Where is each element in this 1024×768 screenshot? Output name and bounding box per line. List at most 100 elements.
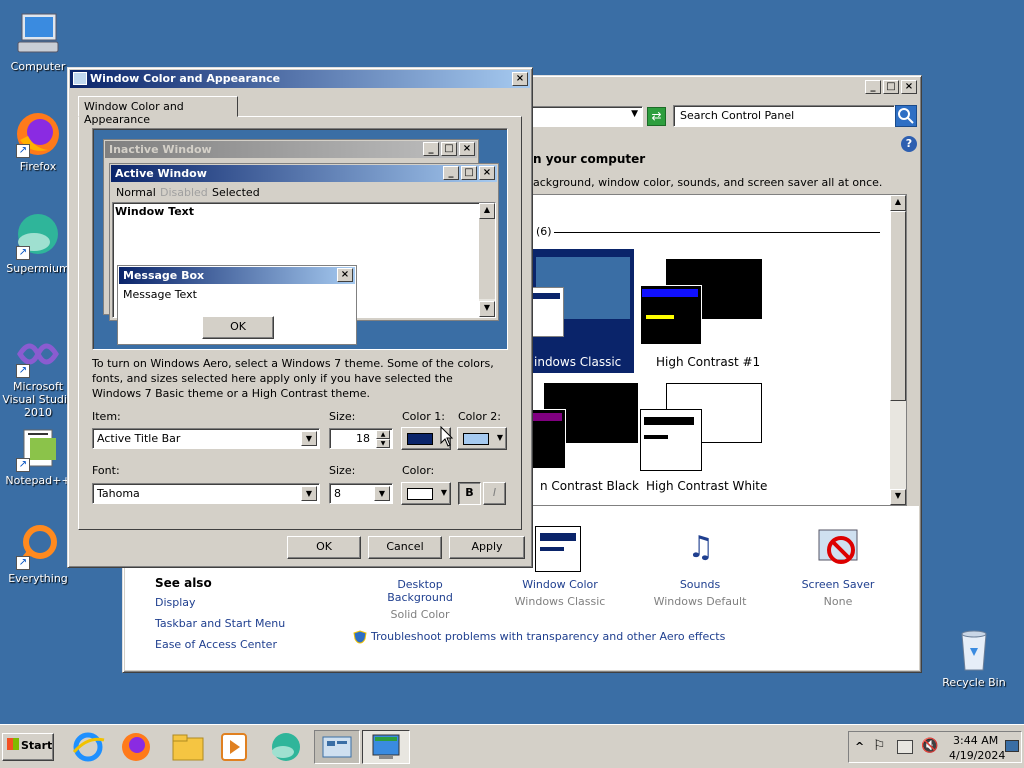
theme-list-scrollbar[interactable]: ▲ ▼ bbox=[890, 195, 906, 505]
setting-value: Windows Classic bbox=[514, 595, 606, 608]
desktop-icon-label: Microsoft Visual Studio 2010 bbox=[2, 380, 74, 419]
search-icon[interactable] bbox=[895, 105, 917, 127]
italic-toggle[interactable]: I bbox=[483, 482, 506, 505]
chevron-down-icon[interactable]: ▼ bbox=[374, 486, 390, 501]
refresh-icon[interactable]: ⇄ bbox=[647, 107, 666, 126]
desktop-icon-label: Computer bbox=[10, 60, 66, 73]
chevron-down-icon[interactable]: ▼ bbox=[301, 431, 317, 446]
scroll-thumb[interactable] bbox=[890, 211, 906, 401]
show-desktop-icon[interactable] bbox=[1005, 740, 1019, 752]
firefox-icon: ↗ bbox=[14, 110, 62, 158]
window-color-taskbar-icon[interactable] bbox=[362, 730, 410, 764]
item-label: Item: bbox=[92, 410, 121, 423]
see-also-display-link[interactable]: Display bbox=[155, 596, 196, 609]
troubleshoot-link[interactable]: Troubleshoot problems with transparency … bbox=[371, 630, 725, 643]
theme-high-contrast-white[interactable]: High Contrast White bbox=[636, 383, 786, 499]
supermium-icon[interactable] bbox=[268, 730, 304, 764]
dialog-close-button[interactable]: × bbox=[512, 72, 528, 86]
setting-label: Sounds bbox=[679, 578, 721, 591]
chevron-down-icon: ▼ bbox=[496, 433, 503, 442]
address-bar[interactable]: ▼ bbox=[531, 106, 643, 127]
control-panel-taskbar-icon[interactable] bbox=[314, 730, 360, 764]
desktop-icon-visual-studio[interactable]: ↗ Microsoft Visual Studio 2010 bbox=[0, 330, 76, 419]
action-center-flag-icon[interactable]: ⚐ bbox=[873, 738, 886, 754]
screen-saver-icon[interactable] bbox=[815, 526, 863, 572]
desktop-icon-computer[interactable]: Computer bbox=[0, 10, 76, 73]
desktop-icon-everything[interactable]: ↗ Everything bbox=[0, 522, 76, 585]
size-stepper[interactable]: 18 ▲ ▼ bbox=[329, 428, 393, 449]
preview-menu-disabled: Disabled bbox=[160, 186, 208, 199]
volume-muted-icon[interactable]: 🔇 bbox=[921, 738, 938, 754]
desktop-icon-firefox[interactable]: ↗ Firefox bbox=[0, 110, 76, 173]
network-icon[interactable] bbox=[897, 740, 913, 754]
supermium-icon: ↗ bbox=[14, 212, 62, 260]
shortcut-arrow-icon: ↗ bbox=[16, 246, 30, 260]
everything-search-icon: ↗ bbox=[14, 522, 62, 570]
setting-desktop-background[interactable]: Desktop Background Solid Color bbox=[365, 578, 475, 621]
desktop-icon-label: Supermium bbox=[6, 262, 70, 275]
ie-icon[interactable] bbox=[70, 730, 106, 764]
sounds-icon[interactable]: ♫ bbox=[677, 528, 725, 572]
see-also-taskbar-link[interactable]: Taskbar and Start Menu bbox=[155, 617, 285, 630]
media-player-icon[interactable] bbox=[216, 730, 252, 764]
desktop-icon-recycle-bin[interactable]: Recycle Bin bbox=[936, 626, 1012, 689]
theme-high-contrast-1[interactable]: High Contrast #1 bbox=[636, 255, 776, 373]
close-button[interactable]: × bbox=[901, 80, 917, 94]
dialog-title: Window Color and Appearance bbox=[90, 72, 281, 85]
setting-screen-saver[interactable]: Screen Saver None bbox=[783, 578, 893, 608]
font-color-label: Color: bbox=[402, 464, 435, 477]
file-explorer-icon[interactable] bbox=[170, 730, 206, 764]
app-icon bbox=[73, 72, 87, 85]
clock-time[interactable]: 3:44 AM bbox=[953, 734, 998, 747]
preview-menu-selected: Selected bbox=[212, 186, 260, 199]
theme-windows-classic[interactable]: indows Classic bbox=[532, 249, 634, 373]
font-color-picker[interactable]: ▼ bbox=[401, 482, 451, 505]
see-also-ease-of-access-link[interactable]: Ease of Access Center bbox=[155, 638, 277, 651]
visual-studio-icon: ↗ bbox=[14, 330, 62, 378]
font-label: Font: bbox=[92, 464, 120, 477]
help-icon[interactable]: ? bbox=[901, 136, 917, 152]
setting-label: Window Color bbox=[522, 578, 598, 591]
item-select[interactable]: Active Title Bar ▼ bbox=[92, 428, 320, 449]
size-down-button[interactable]: ▼ bbox=[376, 439, 390, 448]
desktop-icon-supermium[interactable]: ↗ Supermium bbox=[0, 212, 76, 275]
start-button[interactable]: Start bbox=[2, 733, 54, 761]
chevron-down-icon[interactable]: ▼ bbox=[631, 109, 638, 119]
theme-label: High Contrast White bbox=[646, 479, 768, 493]
window-color-icon[interactable] bbox=[535, 526, 581, 572]
setting-window-color[interactable]: Window Color Windows Classic bbox=[505, 578, 615, 608]
preview-inactive-title: Inactive Window bbox=[109, 143, 212, 156]
font-size-value: 8 bbox=[334, 487, 341, 500]
font-select[interactable]: Tahoma ▼ bbox=[92, 483, 320, 504]
scroll-up-button[interactable]: ▲ bbox=[890, 195, 906, 211]
search-input[interactable]: Search Control Panel bbox=[673, 105, 895, 127]
theme-high-contrast-black[interactable]: n Contrast Black bbox=[532, 383, 642, 499]
preview-active-title: Active Window bbox=[115, 167, 207, 180]
desktop-icon-label: Everything bbox=[8, 572, 68, 585]
setting-sounds[interactable]: Sounds Windows Default bbox=[645, 578, 755, 608]
chevron-down-icon[interactable]: ▼ bbox=[301, 486, 317, 501]
scroll-down-button[interactable]: ▼ bbox=[890, 489, 906, 505]
color2-picker[interactable]: ▼ bbox=[457, 427, 507, 450]
see-also-title: See also bbox=[155, 576, 212, 590]
minimize-button[interactable]: _ bbox=[865, 80, 881, 94]
dialog-titlebar[interactable]: Window Color and Appearance × bbox=[70, 70, 530, 88]
size-up-button[interactable]: ▲ bbox=[376, 430, 390, 439]
tab-window-color[interactable]: Window Color and Appearance bbox=[78, 96, 238, 126]
preview-window-text: Window Text bbox=[115, 205, 195, 218]
ok-button[interactable]: OK bbox=[287, 536, 361, 559]
apply-button[interactable]: Apply bbox=[449, 536, 525, 559]
maximize-button[interactable]: □ bbox=[883, 80, 899, 94]
firefox-icon[interactable] bbox=[118, 730, 154, 764]
chevron-down-icon: ▼ bbox=[440, 488, 447, 497]
show-hidden-icons-icon[interactable]: ^ bbox=[855, 740, 864, 753]
shortcut-arrow-icon: ↗ bbox=[16, 458, 30, 472]
desktop-icon-notepad-plus-plus[interactable]: ↗ Notepad++ bbox=[0, 424, 76, 487]
aero-info-text: To turn on Windows Aero, select a Window… bbox=[92, 357, 494, 400]
bold-toggle[interactable]: B bbox=[458, 482, 481, 505]
cancel-button[interactable]: Cancel bbox=[368, 536, 442, 559]
section-divider bbox=[554, 232, 880, 233]
setting-value: Solid Color bbox=[390, 608, 450, 621]
clock-date[interactable]: 4/19/2024 bbox=[949, 749, 1005, 762]
font-size-select[interactable]: 8 ▼ bbox=[329, 483, 393, 504]
